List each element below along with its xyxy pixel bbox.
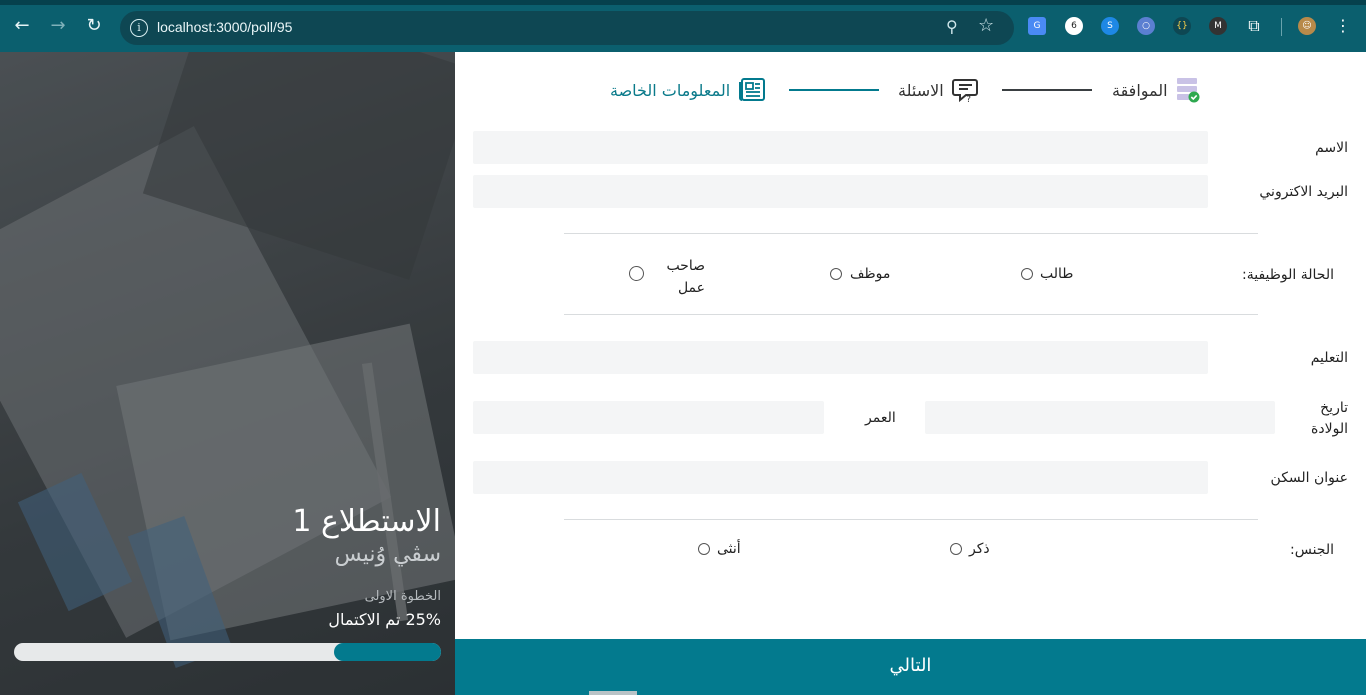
gender-label: الجنس: <box>1290 542 1334 558</box>
age-input[interactable] <box>473 401 824 434</box>
progress-bar <box>14 643 441 661</box>
poll-subtitle: سڨي وُنيس <box>334 542 441 567</box>
address-bar[interactable]: i localhost:3000/poll/95 ⚲ ☆ <box>120 11 1014 45</box>
gender-option-female-label: أنثى <box>717 541 741 557</box>
poll-sidebar: الاستطلاع 1 سڨي وُنيس الخطوة الاولى 25% … <box>0 52 455 695</box>
job-option-employee-label: موظف <box>850 266 891 282</box>
url-text: localhost:3000/poll/95 <box>157 19 293 35</box>
zoom-icon[interactable]: ⚲ <box>946 17 958 36</box>
extension-ring-icon[interactable]: ○ <box>1137 17 1155 35</box>
step-connector-2 <box>789 89 879 91</box>
divider-top-job <box>564 233 1258 234</box>
birth-date-label: تاريخ الولادة <box>1311 400 1348 437</box>
job-option-owner-radio[interactable] <box>629 266 644 281</box>
divider-gender <box>564 519 1258 520</box>
shazam-extension-icon[interactable]: S <box>1101 17 1119 35</box>
bookmark-star-icon[interactable]: ☆ <box>978 15 994 36</box>
gender-option-male-radio[interactable] <box>950 543 962 555</box>
step-personal-info-label: المعلومات الخاصة <box>610 80 731 100</box>
newspaper-icon <box>739 78 766 101</box>
svg-text:?: ? <box>966 95 971 103</box>
education-input[interactable] <box>473 341 1208 374</box>
job-status-label: الحالة الوظيفية: <box>1242 267 1334 283</box>
job-option-owner-label: صاحب عمل <box>666 258 705 296</box>
email-input[interactable] <box>473 175 1208 208</box>
education-label: التعليم <box>1310 350 1348 366</box>
site-info-icon[interactable]: i <box>130 19 148 37</box>
current-step-label: الخطوة الاولى <box>364 589 441 604</box>
browser-toolbar: ← → ↻ i localhost:3000/poll/95 ⚲ ☆ G 6 S… <box>0 0 1366 52</box>
gender-option-male-label: ذكر <box>969 541 990 557</box>
birth-date-input[interactable] <box>925 401 1275 434</box>
profile-avatar[interactable]: ☺ <box>1298 17 1316 35</box>
extension-brackets-icon[interactable]: {} <box>1173 17 1191 35</box>
chat-question-icon: ? <box>951 79 978 103</box>
extensions-puzzle-icon[interactable]: ⧉ <box>1245 17 1263 35</box>
address-label: عنوان السكن <box>1270 470 1348 486</box>
server-check-icon <box>1176 78 1200 103</box>
tab-strip <box>0 0 1366 5</box>
age-label: العمر <box>865 410 896 426</box>
step-connector-1 <box>1002 89 1092 91</box>
next-button[interactable]: التالي <box>455 639 1366 695</box>
email-label: البريد الاكتروني <box>1259 184 1348 200</box>
poll-title: الاستطلاع 1 <box>292 504 441 539</box>
job-option-student-label: طالب <box>1040 266 1074 282</box>
progress-text: 25% تم الاكتمال <box>328 610 441 629</box>
name-label: الاسم <box>1315 140 1348 156</box>
step-consent-label: الموافقة <box>1112 80 1168 100</box>
extension-circle-icon[interactable]: 6 <box>1065 17 1083 35</box>
extension-m-icon[interactable]: M <box>1209 17 1227 35</box>
reload-icon[interactable]: ↻ <box>82 14 106 38</box>
divider-bottom-job <box>564 314 1258 315</box>
gender-option-female-radio[interactable] <box>698 543 710 555</box>
translate-extension-icon[interactable]: G <box>1028 17 1046 35</box>
step-questions-label: الاسئلة <box>898 80 944 100</box>
step-personal-info[interactable]: المعلومات الخاصة <box>610 77 766 103</box>
forward-icon[interactable]: → <box>46 14 70 38</box>
address-input[interactable] <box>473 461 1208 494</box>
step-questions[interactable]: ? الاسئلة <box>898 77 980 103</box>
step-consent[interactable]: الموافقة <box>1112 77 1200 103</box>
stepper: الموافقة ? الاسئلة المعلومات الخاصة <box>455 52 1366 132</box>
back-icon[interactable]: ← <box>10 14 34 38</box>
scroll-indicator <box>589 691 637 695</box>
job-option-employee-radio[interactable] <box>830 268 842 280</box>
browser-menu-icon[interactable]: ⋮ <box>1334 17 1352 35</box>
progress-bar-fill <box>334 643 441 661</box>
job-option-student-radio[interactable] <box>1021 268 1033 280</box>
toolbar-divider <box>1281 18 1282 36</box>
name-input[interactable] <box>473 131 1208 164</box>
poll-form-panel: الموافقة ? الاسئلة المعلومات الخاصة الاس… <box>455 52 1366 695</box>
